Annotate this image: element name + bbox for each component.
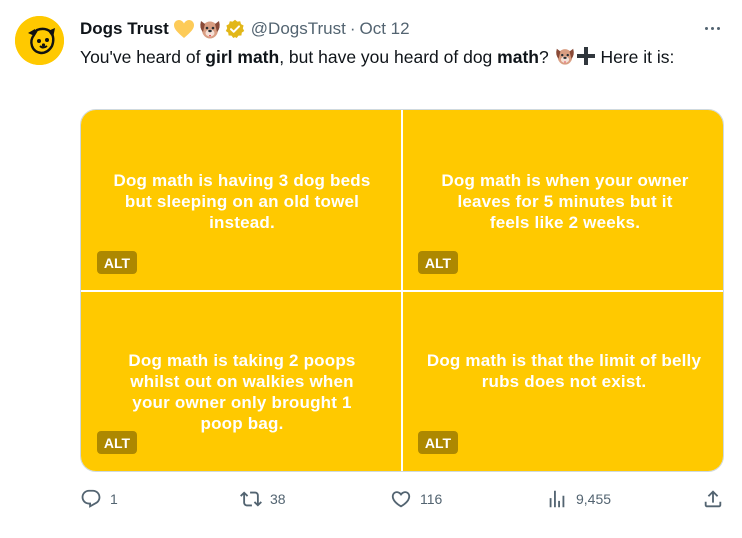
retweet-icon: [240, 488, 262, 510]
views-count: 9,455: [576, 491, 612, 507]
media-image[interactable]: Dog math is when your owner leaves for 5…: [403, 110, 723, 290]
action-bar: 1 38 116 9,455: [80, 486, 730, 512]
media-image[interactable]: Dog math is taking 2 poops whilst out on…: [81, 292, 401, 471]
tweet[interactable]: Dogs Trust @DogsTrust · Oct 12 You've he…: [0, 0, 742, 538]
share-icon: [702, 488, 724, 510]
alt-badge[interactable]: ALT: [97, 251, 137, 274]
tweet-text-part: Here it is:: [595, 47, 675, 67]
dog-face-icon: [554, 46, 576, 72]
alt-badge[interactable]: ALT: [418, 251, 458, 274]
display-name[interactable]: Dogs Trust: [80, 19, 169, 39]
separator-dot: ·: [349, 19, 356, 38]
tweet-text-part: ?: [538, 47, 549, 67]
image-text: Dog math is when your owner leaves for 5…: [441, 171, 689, 232]
tweet-text-bold: girl math: [205, 47, 280, 67]
plus-icon: [576, 46, 596, 72]
tweet-text: You've heard of girl math, but have you …: [80, 46, 720, 72]
like-button[interactable]: 116: [390, 486, 442, 512]
like-icon: [390, 488, 412, 510]
reply-count: 1: [110, 491, 118, 507]
tweet-text-bold: math: [497, 47, 539, 67]
image-text: Dog math is taking 2 poops whilst out on…: [128, 351, 356, 433]
retweet-count: 38: [270, 491, 286, 507]
dog-face-icon: [198, 18, 222, 40]
yellow-heart-icon: [173, 19, 195, 39]
tweet-text-part: You've heard of: [80, 47, 206, 67]
like-count: 116: [420, 491, 443, 507]
tweet-header: Dogs Trust @DogsTrust · Oct 12: [80, 18, 410, 40]
tweet-text-part: , but have you heard of dog: [279, 47, 498, 67]
alt-badge[interactable]: ALT: [97, 431, 137, 454]
media-grid: Dog math is having 3 dog beds but sleepi…: [80, 109, 724, 472]
verified-badge-icon[interactable]: [225, 19, 245, 39]
views-button[interactable]: 9,455: [546, 486, 611, 512]
handle[interactable]: @DogsTrust: [251, 19, 346, 39]
media-image[interactable]: Dog math is having 3 dog beds but sleepi…: [81, 110, 401, 290]
image-text: Dog math is that the limit of belly rubs…: [426, 351, 702, 391]
image-text: Dog math is having 3 dog beds but sleepi…: [113, 171, 371, 232]
reply-icon: [80, 488, 102, 510]
share-button[interactable]: [702, 486, 724, 512]
avatar[interactable]: [15, 16, 64, 65]
more-icon[interactable]: [698, 16, 726, 40]
media-image[interactable]: Dog math is that the limit of belly rubs…: [403, 292, 723, 471]
alt-badge[interactable]: ALT: [418, 431, 458, 454]
retweet-button[interactable]: 38: [240, 486, 286, 512]
timestamp[interactable]: Oct 12: [360, 19, 410, 39]
views-icon: [546, 488, 568, 510]
reply-button[interactable]: 1: [80, 486, 118, 512]
